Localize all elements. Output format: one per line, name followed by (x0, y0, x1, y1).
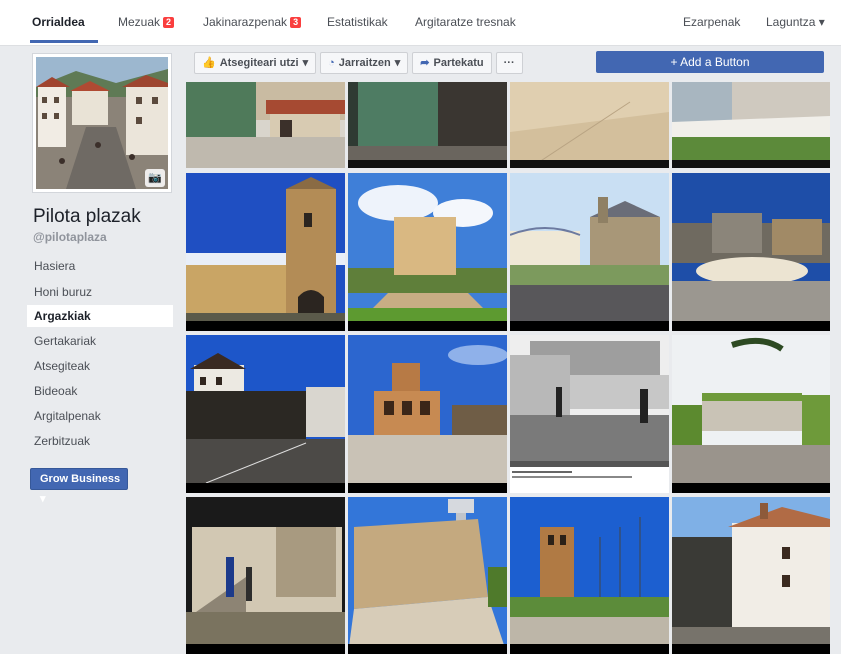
help-menu[interactable]: Laguntza ▾ (766, 15, 825, 29)
caret-down-icon: ▾ (40, 493, 46, 505)
photo-thumbnail[interactable] (672, 335, 830, 493)
active-tab-indicator (30, 40, 98, 43)
photo-image (186, 497, 345, 654)
photo-thumbnail[interactable] (186, 82, 345, 168)
notifications-badge: 3 (290, 17, 302, 28)
photo-thumbnail[interactable] (510, 173, 669, 331)
settings-link[interactable]: Ezarpenak (683, 15, 740, 29)
sidebar-item-argitalpenak[interactable]: Argitalpenak (27, 405, 173, 427)
thumbs-up-icon: 👍 (202, 57, 216, 69)
tab-jakinarazpenak[interactable]: Jakinarazpenak 3 (203, 15, 302, 29)
photo-thumbnail[interactable] (348, 497, 507, 654)
photo-thumbnail[interactable] (348, 173, 507, 331)
add-a-button-button[interactable]: + Add a Button (596, 51, 824, 73)
messages-badge: 2 (163, 17, 175, 28)
photo-grid (186, 82, 830, 654)
caret-down-icon: ▾ (394, 57, 401, 69)
caret-down-icon: ▾ (818, 15, 825, 29)
tab-mezuak[interactable]: Mezuak 2 (118, 15, 175, 29)
photo-image (186, 82, 345, 168)
photo-image (672, 335, 830, 493)
page-title[interactable]: Pilota plazak (33, 206, 141, 228)
photo-thumbnail[interactable] (510, 335, 669, 493)
photo-image (510, 497, 669, 654)
sidebar-item-gertakariak[interactable]: Gertakariak (27, 330, 173, 352)
share-button[interactable]: ➦ Partekatu (412, 52, 492, 74)
photo-image (672, 82, 830, 168)
page-top-nav: Orrialdea Mezuak 2 Jakinarazpenak 3 Estati… (0, 0, 841, 46)
photo-image (672, 497, 830, 654)
like-button[interactable]: 👍 Atsegiteari utzi ▾ (194, 52, 317, 74)
photo-image (348, 497, 507, 654)
camera-icon[interactable]: 📷 (145, 169, 165, 187)
page-action-bar: 👍 Atsegiteari utzi ▾ ◔ Jarraitzen ▾ ➦ Parteka… (194, 52, 523, 74)
photo-thumbnail[interactable] (672, 497, 830, 654)
photo-image (186, 173, 345, 331)
tab-argitaratze-tresnak[interactable]: Argitaratze tresnak (415, 15, 516, 29)
photo-image (186, 335, 345, 493)
grow-business-button[interactable]: Grow Business ▾ (30, 468, 128, 505)
sidebar-item-zerbitzuak[interactable]: Zerbitzuak (27, 430, 173, 452)
page-handle[interactable]: @pilotaplaza (33, 230, 107, 244)
share-arrow-icon: ➦ (420, 57, 430, 69)
tab-estatistikak[interactable]: Estatistikak (327, 15, 388, 29)
photo-image (510, 82, 669, 168)
photo-thumbnail[interactable] (672, 82, 830, 168)
sidebar-item-argazkiak[interactable]: Argazkiak (27, 305, 173, 327)
photo-image (672, 173, 830, 331)
follow-button[interactable]: ◔ Jarraitzen ▾ (320, 52, 409, 74)
photo-thumbnail[interactable] (672, 173, 830, 331)
photo-thumbnail[interactable] (348, 82, 507, 168)
sidebar-item-honi-buruz[interactable]: Honi buruz (27, 281, 173, 303)
photo-thumbnail[interactable] (510, 82, 669, 168)
photo-image (348, 173, 507, 331)
sidebar-item-atsegiteak[interactable]: Atsegiteak (27, 355, 173, 377)
photo-thumbnail[interactable] (186, 335, 345, 493)
photo-thumbnail[interactable] (348, 335, 507, 493)
photo-thumbnail[interactable] (186, 173, 345, 331)
sidebar-item-hasiera[interactable]: Hasiera (27, 255, 173, 277)
page-sidebar: 📷 Pilota plazak @pilotaplaza Hasiera Hon… (0, 46, 183, 654)
photo-image (510, 173, 669, 331)
tab-orrialdea[interactable]: Orrialdea (32, 15, 85, 29)
more-options-button[interactable]: ··· (495, 52, 523, 74)
rss-icon: ◔ (328, 57, 335, 69)
photo-image (348, 335, 507, 493)
caret-down-icon: ▾ (302, 57, 309, 69)
photo-image (348, 82, 507, 168)
photo-thumbnail[interactable] (186, 497, 345, 654)
photo-thumbnail[interactable] (510, 497, 669, 654)
photo-image (510, 335, 669, 493)
sidebar-item-bideoak[interactable]: Bideoak (27, 380, 173, 402)
